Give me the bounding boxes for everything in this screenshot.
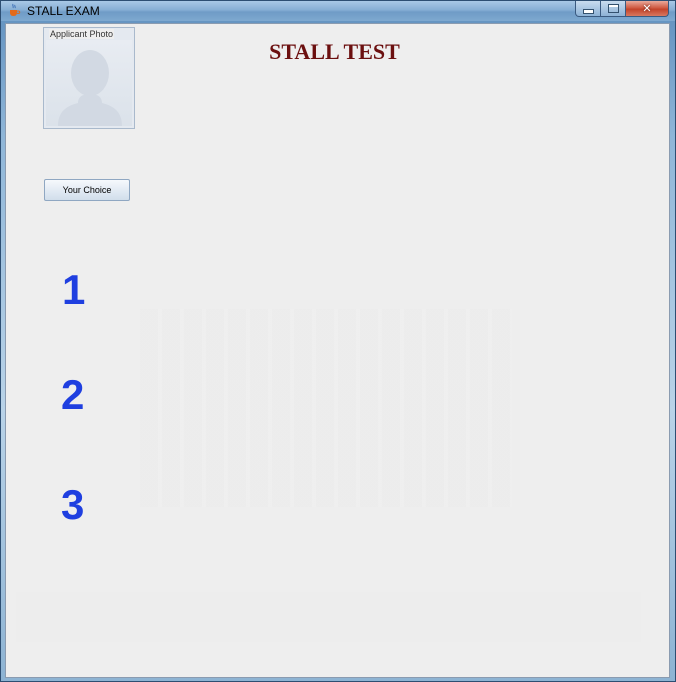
window-controls: ✕: [575, 1, 669, 17]
number-label-1: 1: [62, 266, 86, 313]
number-label-2: 2: [61, 371, 85, 418]
number-label-3: 3: [61, 481, 85, 528]
bottom-panel: [16, 592, 641, 642]
close-button[interactable]: ✕: [626, 1, 669, 17]
app-window: STALL EXAM ✕ Applicant Photo STALL TEST: [0, 0, 676, 682]
content-panel: [140, 309, 512, 507]
minimize-button[interactable]: [575, 1, 601, 17]
title-bar[interactable]: STALL EXAM ✕: [1, 1, 675, 21]
maximize-icon: [607, 4, 619, 13]
page-title: STALL TEST: [269, 39, 400, 64]
your-choice-button[interactable]: Your Choice: [44, 179, 130, 201]
maximize-button[interactable]: [601, 1, 626, 17]
client-area: Applicant Photo STALL TEST Your Choice 1…: [5, 23, 670, 678]
window-title: STALL EXAM: [27, 4, 100, 18]
minimize-icon: [582, 9, 594, 14]
java-cup-icon: [10, 3, 21, 16]
close-icon: ✕: [642, 2, 652, 15]
photo-label: Applicant Photo: [49, 29, 115, 39]
